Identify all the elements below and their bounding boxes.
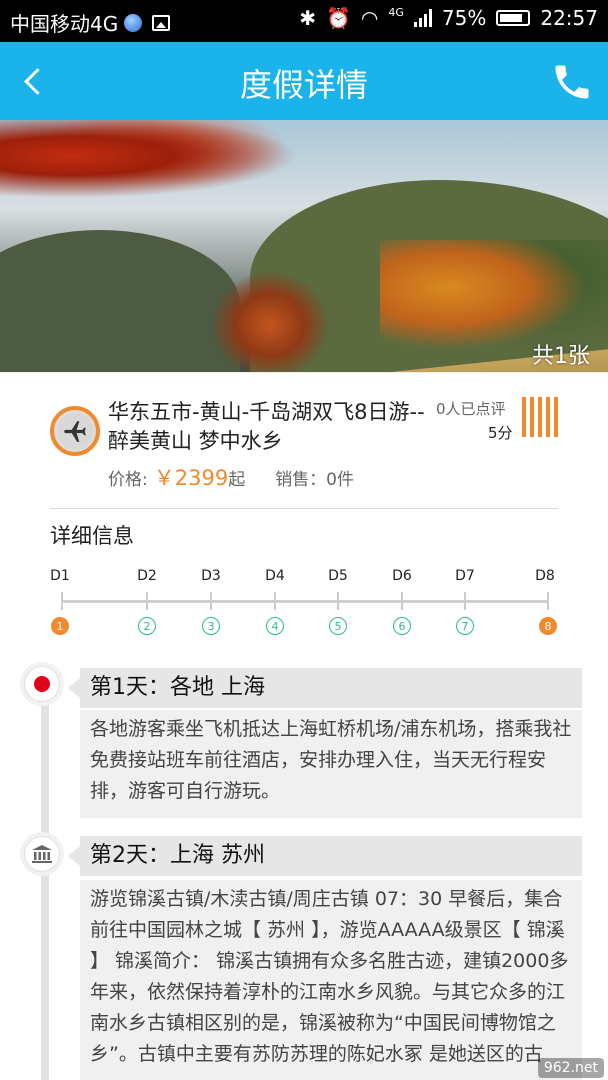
day-dot-2[interactable]: 2 — [138, 617, 156, 635]
itinerary-line — [41, 684, 49, 1080]
day-timeline-track — [62, 600, 548, 603]
globe-icon — [124, 13, 143, 32]
price-value: ￥2399 — [153, 466, 229, 490]
location-pin-icon — [24, 666, 60, 702]
day-2-title: 第2天：上海 苏州 — [68, 836, 582, 876]
rating-bars-icon — [522, 397, 558, 437]
status-right: ✱ ⏰ ◠ 4G 75% 22:57 — [299, 5, 598, 31]
day-label: D1 — [50, 568, 70, 584]
timeline-tick — [61, 592, 63, 610]
price-row: 价格: ￥2399 起 销售：0件 — [108, 462, 354, 492]
banner-photo[interactable] — [0, 120, 608, 372]
watermark: 962.net — [537, 1058, 604, 1078]
carrier-label: 中国移动4G — [10, 12, 119, 36]
timeline-tick — [464, 592, 466, 610]
day-dot-5[interactable]: 5 — [329, 617, 347, 635]
wifi-icon: ◠ — [360, 6, 379, 30]
signal-icon — [413, 9, 432, 27]
timeline-tick — [274, 592, 276, 610]
day-2-description: 游览锦溪古镇/木渎古镇/周庄古镇 07：30 早餐后，集合前往中国园林之城【 苏… — [80, 880, 582, 1080]
day-1-description: 各地游客乘坐飞机抵达上海虹桥机场/浦东机场，搭乘我社免费接站班车前往酒店，安排办… — [80, 710, 582, 818]
day-dot-7[interactable]: 7 — [456, 617, 474, 635]
divider — [50, 508, 558, 509]
day-label: D6 — [392, 568, 412, 584]
timeline-tick — [337, 592, 339, 610]
plane-icon — [50, 406, 100, 456]
status-bar: 中国移动4G ✱ ⏰ ◠ 4G 75% 22:57 — [0, 0, 608, 42]
day-label: D4 — [265, 568, 285, 584]
status-left: 中国移动4G — [10, 8, 171, 37]
day-label: D3 — [201, 568, 221, 584]
photo-count: 共1张 — [532, 344, 590, 369]
day-label: D8 — [535, 568, 555, 584]
price-suffix: 起 — [228, 470, 246, 490]
landmark-icon — [24, 836, 60, 872]
product-name: 华东五市-黄山-千岛湖双飞8日游--醉美黄山 梦中水乡 — [108, 400, 425, 453]
day-dot-3[interactable]: 3 — [202, 617, 220, 635]
day-dot-1[interactable]: 1 — [51, 617, 69, 635]
price-label: 价格: — [108, 470, 148, 490]
timeline-tick — [401, 592, 403, 610]
sales-count: 销售：0件 — [275, 470, 355, 490]
battery-percent: 75% — [441, 6, 487, 30]
clock: 22:57 — [540, 6, 598, 30]
rating-score: 5分 — [488, 424, 513, 442]
page-title: 度假详情 — [239, 66, 368, 104]
app-header: 度假详情 — [0, 42, 608, 120]
day-label: D5 — [328, 568, 348, 584]
section-title: 详细信息 — [50, 524, 134, 548]
network-type: 4G — [388, 5, 404, 19]
alarm-icon: ⏰ — [326, 6, 351, 30]
phone-icon[interactable] — [550, 60, 594, 104]
rating-count: 0人已点评 — [436, 400, 506, 418]
battery-icon — [496, 10, 531, 26]
day-dot-4[interactable]: 4 — [266, 617, 284, 635]
timeline-tick — [547, 592, 549, 610]
timeline-tick — [210, 592, 212, 610]
bluetooth-icon: ✱ — [299, 6, 317, 30]
day-dot-8[interactable]: 8 — [539, 617, 557, 635]
image-icon — [152, 14, 171, 31]
day-label: D7 — [455, 568, 475, 584]
day-1-title: 第1天：各地 上海 — [68, 668, 582, 708]
day-dot-6[interactable]: 6 — [393, 617, 411, 635]
timeline-tick — [146, 592, 148, 610]
day-label: D2 — [137, 568, 157, 584]
